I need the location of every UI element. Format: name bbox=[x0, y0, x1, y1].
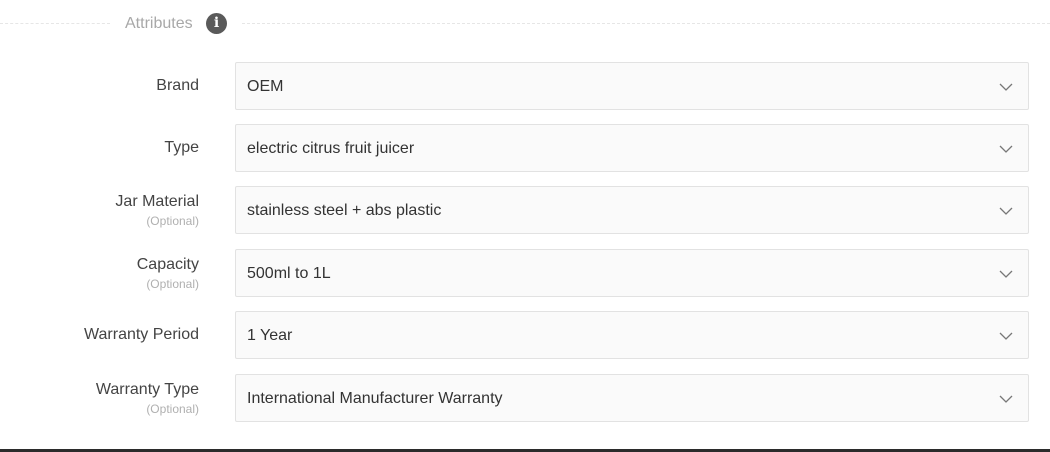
warranty-type-select[interactable]: International Manufacturer Warranty bbox=[235, 374, 1029, 422]
field-row-type: Type electric citrus fruit juicer bbox=[0, 124, 1050, 172]
divider-left bbox=[0, 23, 110, 24]
attributes-section-header: Attributes i bbox=[0, 12, 1050, 34]
optional-hint: (Optional) bbox=[146, 276, 199, 291]
field-row-warranty-period: Warranty Period 1 Year bbox=[0, 311, 1050, 359]
field-label-group: Brand bbox=[0, 62, 199, 110]
select-value: OEM bbox=[247, 78, 284, 95]
field-label: Type bbox=[164, 139, 199, 156]
select-value: stainless steel + abs plastic bbox=[247, 202, 442, 219]
chevron-down-icon bbox=[999, 395, 1013, 403]
warranty-period-select[interactable]: 1 Year bbox=[235, 311, 1029, 359]
field-label-group: Warranty Period bbox=[0, 311, 199, 359]
select-value: International Manufacturer Warranty bbox=[247, 390, 503, 407]
brand-select[interactable]: OEM bbox=[235, 62, 1029, 110]
field-row-capacity: Capacity (Optional) 500ml to 1L bbox=[0, 249, 1050, 297]
section-title: Attributes bbox=[125, 15, 193, 32]
select-value: 500ml to 1L bbox=[247, 265, 331, 282]
field-label: Warranty Period bbox=[84, 326, 199, 343]
field-label: Jar Material bbox=[115, 192, 199, 210]
type-select[interactable]: electric citrus fruit juicer bbox=[235, 124, 1029, 172]
chevron-down-icon bbox=[999, 145, 1013, 153]
optional-hint: (Optional) bbox=[146, 401, 199, 416]
field-label-group: Warranty Type (Optional) bbox=[0, 374, 199, 422]
chevron-down-icon bbox=[999, 83, 1013, 91]
select-value: electric citrus fruit juicer bbox=[247, 140, 415, 157]
field-row-brand: Brand OEM bbox=[0, 62, 1050, 110]
divider-right bbox=[242, 23, 1050, 24]
field-label-group: Capacity (Optional) bbox=[0, 249, 199, 297]
chevron-down-icon bbox=[999, 207, 1013, 215]
field-row-warranty-type: Warranty Type (Optional) International M… bbox=[0, 374, 1050, 422]
jar-material-select[interactable]: stainless steel + abs plastic bbox=[235, 186, 1029, 234]
field-label: Capacity bbox=[136, 255, 199, 273]
optional-hint: (Optional) bbox=[146, 213, 199, 228]
attributes-form: Attributes i Brand OEM Type electric cit… bbox=[0, 0, 1050, 452]
chevron-down-icon bbox=[999, 332, 1013, 340]
field-row-jar-material: Jar Material (Optional) stainless steel … bbox=[0, 186, 1050, 234]
field-label: Warranty Type bbox=[95, 380, 199, 398]
field-label-group: Type bbox=[0, 124, 199, 172]
info-icon[interactable]: i bbox=[206, 13, 227, 34]
field-label: Brand bbox=[156, 77, 199, 94]
capacity-select[interactable]: 500ml to 1L bbox=[235, 249, 1029, 297]
field-label-group: Jar Material (Optional) bbox=[0, 186, 199, 234]
chevron-down-icon bbox=[999, 270, 1013, 278]
select-value: 1 Year bbox=[247, 327, 293, 344]
